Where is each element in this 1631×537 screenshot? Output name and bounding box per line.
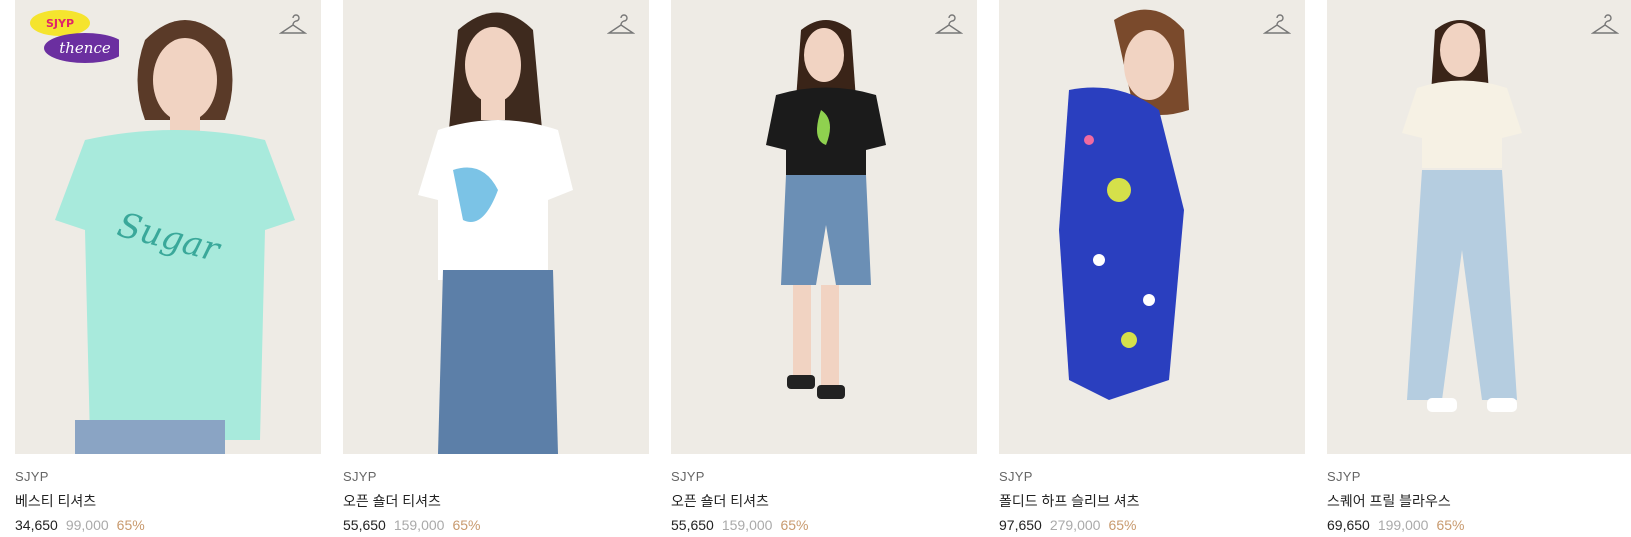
svg-text:thence: thence — [59, 39, 111, 57]
product-card[interactable]: SJYP 폴디드 하프 슬리브 셔츠 97,650 279,000 65% — [999, 0, 1305, 537]
product-grid: Sugar SJYP thence SJYP 베스티 티셔츠 34,650 99,… — [0, 0, 1631, 537]
sale-price: 55,650 — [671, 517, 714, 533]
discount-rate: 65% — [780, 517, 809, 533]
product-card[interactable]: SJYP 오픈 숄더 티셔츠 55,650 159,000 65% — [343, 0, 649, 537]
discount-rate: 65% — [1108, 517, 1137, 533]
original-price: 159,000 — [393, 517, 445, 533]
original-price: 99,000 — [65, 517, 109, 533]
product-info: SJYP 오픈 숄더 티셔츠 55,650 159,000 65% — [671, 454, 977, 534]
price-row: 69,650 199,000 65% — [1327, 516, 1631, 534]
model-photo — [343, 0, 649, 454]
discount-rate: 65% — [1436, 517, 1465, 533]
product-brand: SJYP — [15, 469, 49, 484]
hanger-icon[interactable] — [279, 12, 307, 36]
sale-price: 34,650 — [15, 517, 58, 533]
brand-logo-badge: SJYP thence — [30, 10, 119, 63]
product-card[interactable]: Sugar SJYP thence SJYP 베스티 티셔츠 34,650 99,… — [15, 0, 321, 537]
product-image[interactable] — [1327, 0, 1631, 454]
product-name[interactable]: 오픈 숄더 티셔츠 — [343, 492, 649, 510]
price-row: 34,650 99,000 65% — [15, 516, 321, 534]
product-brand: SJYP — [999, 469, 1033, 484]
sale-price: 55,650 — [343, 517, 386, 533]
discount-rate: 65% — [452, 517, 481, 533]
original-price: 159,000 — [721, 517, 773, 533]
product-card[interactable]: SJYP 스퀘어 프릴 블라우스 69,650 199,000 65% — [1327, 0, 1631, 537]
model-photo — [1327, 0, 1631, 454]
product-image[interactable] — [343, 0, 649, 454]
price-row: 97,650 279,000 65% — [999, 516, 1305, 534]
product-card[interactable]: SJYP 오픈 숄더 티셔츠 55,650 159,000 65% — [671, 0, 977, 537]
original-price: 279,000 — [1049, 517, 1101, 533]
original-price: 199,000 — [1377, 517, 1429, 533]
product-image[interactable] — [671, 0, 977, 454]
hanger-icon[interactable] — [1591, 12, 1619, 36]
product-brand: SJYP — [343, 469, 377, 484]
product-name[interactable]: 스퀘어 프릴 블라우스 — [1327, 492, 1631, 510]
model-photo — [999, 0, 1305, 454]
product-brand: SJYP — [1327, 469, 1361, 484]
product-info: SJYP 오픈 숄더 티셔츠 55,650 159,000 65% — [343, 454, 649, 534]
sale-price: 69,650 — [1327, 517, 1370, 533]
price-row: 55,650 159,000 65% — [343, 516, 649, 534]
hanger-icon[interactable] — [935, 12, 963, 36]
hanger-icon[interactable] — [607, 12, 635, 36]
hanger-icon[interactable] — [1263, 12, 1291, 36]
product-name[interactable]: 오픈 숄더 티셔츠 — [671, 492, 977, 510]
product-name[interactable]: 폴디드 하프 슬리브 셔츠 — [999, 492, 1305, 510]
svg-text:SJYP: SJYP — [46, 17, 74, 30]
price-row: 55,650 159,000 65% — [671, 516, 977, 534]
product-info: SJYP 스퀘어 프릴 블라우스 69,650 199,000 65% — [1327, 454, 1631, 534]
product-name[interactable]: 베스티 티셔츠 — [15, 492, 321, 510]
product-brand: SJYP — [671, 469, 705, 484]
model-photo — [671, 0, 977, 454]
discount-rate: 65% — [116, 517, 145, 533]
product-info: SJYP 베스티 티셔츠 34,650 99,000 65% — [15, 454, 321, 534]
product-image[interactable] — [999, 0, 1305, 454]
product-info: SJYP 폴디드 하프 슬리브 셔츠 97,650 279,000 65% — [999, 454, 1305, 534]
product-image[interactable]: Sugar SJYP thence — [15, 0, 321, 454]
model-photo: Sugar — [15, 0, 321, 454]
sale-price: 97,650 — [999, 517, 1042, 533]
